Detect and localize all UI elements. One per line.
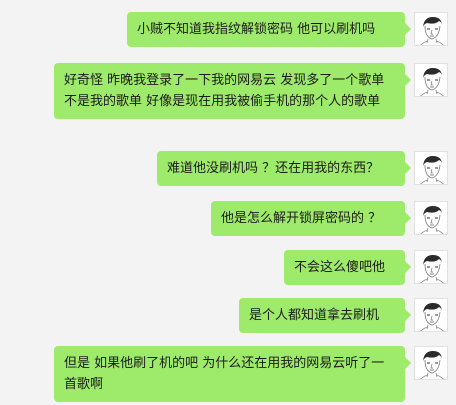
message-row: 不会这么傻吧他 xyxy=(284,250,448,285)
message-bubble[interactable]: 小贼不知道我指纹解锁密码 他可以刷机吗 xyxy=(127,12,411,47)
message-bubble[interactable]: 但是 如果他刷了机的吧 为什么还在用我的网易云听了一首歌啊 xyxy=(54,346,411,402)
user-portrait-sketch-icon[interactable] xyxy=(414,151,448,185)
message-bubble[interactable]: 不会这么傻吧他 xyxy=(284,250,411,285)
user-portrait-sketch-icon[interactable] xyxy=(414,63,448,97)
message-bubble[interactable]: 难道他没刷机吗 ？还在用我的东西？ xyxy=(157,151,411,186)
message-row: 难道他没刷机吗 ？还在用我的东西？ xyxy=(157,151,448,186)
message-row: 他是怎么解开锁屏密码的 ？ xyxy=(211,201,448,236)
message-row: 小贼不知道我指纹解锁密码 他可以刷机吗 xyxy=(127,12,448,47)
user-portrait-sketch-icon[interactable] xyxy=(414,298,448,332)
user-portrait-sketch-icon[interactable] xyxy=(414,12,448,46)
message-bubble[interactable]: 是个人都知道拿去刷机 xyxy=(239,298,411,333)
message-bubble[interactable]: 好奇怪 昨晚我登录了一下我的网易云 发现多了一个歌单 不是我的歌单 好像是现在用… xyxy=(54,63,411,119)
message-bubble[interactable]: 他是怎么解开锁屏密码的 ？ xyxy=(211,201,411,236)
user-portrait-sketch-icon[interactable] xyxy=(414,346,448,380)
user-portrait-sketch-icon[interactable] xyxy=(414,201,448,235)
message-row: 但是 如果他刷了机的吧 为什么还在用我的网易云听了一首歌啊 xyxy=(54,346,448,402)
chat-history[interactable]: 小贼不知道我指纹解锁密码 他可以刷机吗 好奇怪 昨晚我登录了一下我的网易云 发现… xyxy=(0,0,456,405)
user-portrait-sketch-icon[interactable] xyxy=(414,250,448,284)
message-row: 是个人都知道拿去刷机 xyxy=(239,298,448,333)
message-row: 好奇怪 昨晚我登录了一下我的网易云 发现多了一个歌单 不是我的歌单 好像是现在用… xyxy=(54,63,448,119)
